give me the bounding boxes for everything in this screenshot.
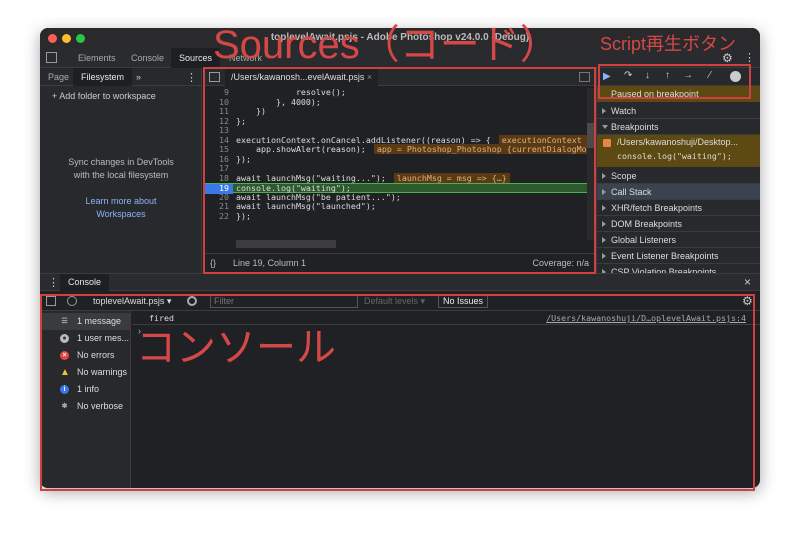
breakpoint-file: /Users/kawanoshuji/Desktop... bbox=[617, 137, 739, 147]
breakpoint-code: console.log("waiting"); bbox=[617, 151, 732, 161]
section-call-stack[interactable]: Call Stack bbox=[597, 184, 760, 200]
drawer-menu-icon[interactable]: ⋮ bbox=[48, 276, 59, 289]
tab-page[interactable]: Page bbox=[40, 68, 77, 86]
maximize-window-button[interactable] bbox=[76, 34, 85, 43]
sources-annotation-box bbox=[203, 67, 596, 274]
section-scope[interactable]: Scope bbox=[597, 168, 760, 184]
section-breakpoints[interactable]: Breakpoints bbox=[597, 119, 760, 135]
drawer-tab-console[interactable]: Console bbox=[60, 274, 110, 291]
close-drawer-icon[interactable]: × bbox=[744, 275, 751, 289]
sources-annotation: Sources（コード） bbox=[213, 23, 560, 67]
learn-more-link[interactable]: Learn more about bbox=[85, 196, 156, 206]
script-annotation: Script再生ボタン bbox=[600, 34, 737, 54]
sync-text-1: Sync changes in DevTools bbox=[68, 157, 174, 167]
workspaces-link[interactable]: Workspaces bbox=[96, 209, 145, 219]
script-annotation-box bbox=[598, 64, 751, 99]
navigator-pane: Page Filesystem » ⋮ + Add folder to work… bbox=[40, 68, 202, 273]
more-tabs-icon[interactable]: » bbox=[136, 72, 141, 82]
section-xhr-breakpoints[interactable]: XHR/fetch Breakpoints bbox=[597, 200, 760, 216]
console-annotation: コンソール bbox=[136, 326, 336, 370]
breakpoint-item[interactable]: /Users/kawanoshuji/Desktop... console.lo… bbox=[597, 135, 760, 167]
breakpoint-checkbox[interactable] bbox=[603, 139, 611, 147]
drawer-header: ⋮ Console × bbox=[40, 273, 760, 291]
section-dom-breakpoints[interactable]: DOM Breakpoints bbox=[597, 216, 760, 232]
navigator-menu-icon[interactable]: ⋮ bbox=[186, 71, 197, 84]
tab-filesystem[interactable]: Filesystem bbox=[73, 68, 133, 86]
tab-elements[interactable]: Elements bbox=[70, 48, 124, 68]
section-watch[interactable]: Watch bbox=[597, 103, 760, 119]
section-event-listener-breakpoints[interactable]: Event Listener Breakpoints bbox=[597, 248, 760, 264]
minimize-window-button[interactable] bbox=[62, 34, 71, 43]
add-folder-button[interactable]: + Add folder to workspace bbox=[52, 91, 156, 101]
tab-console[interactable]: Console bbox=[123, 48, 172, 68]
sync-text-2: with the local filesystem bbox=[73, 170, 169, 180]
inspect-element-icon[interactable] bbox=[46, 52, 57, 63]
close-window-button[interactable] bbox=[48, 34, 57, 43]
more-menu-icon[interactable]: ⋮ bbox=[744, 51, 755, 64]
section-global-listeners[interactable]: Global Listeners bbox=[597, 232, 760, 248]
